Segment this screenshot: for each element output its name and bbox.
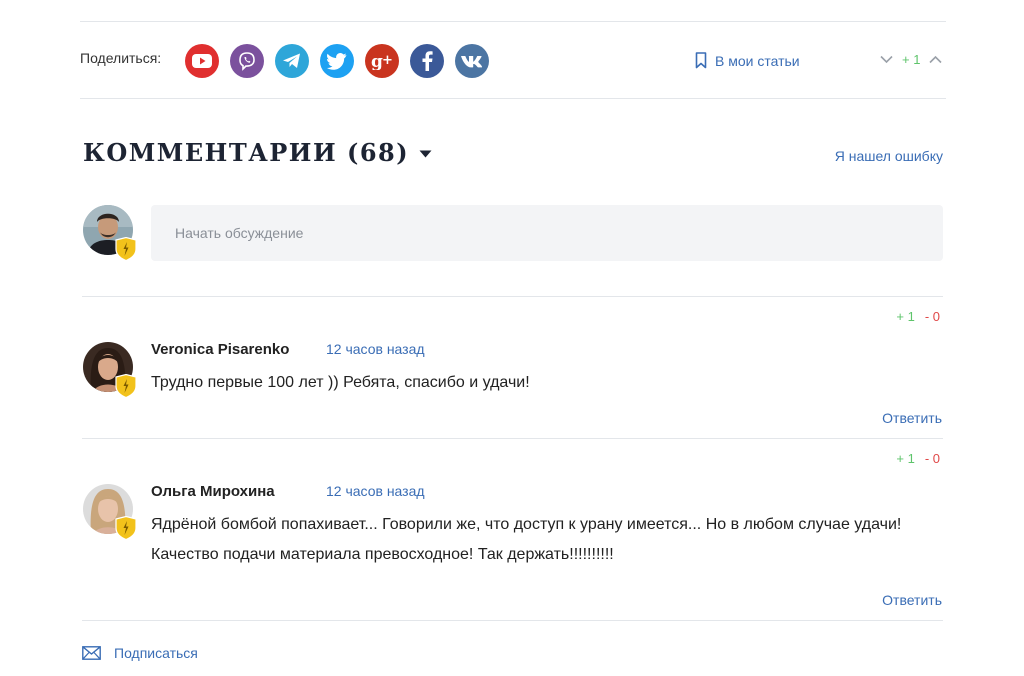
share-label: Поделиться: — [80, 50, 162, 66]
comment-votes: + 1 - 0 — [896, 309, 940, 324]
vk-share-button[interactable] — [455, 44, 489, 78]
upvote-chevron-icon[interactable] — [929, 55, 943, 64]
divider — [82, 438, 943, 439]
comments-title-text: КОММЕНТАРИИ (68) — [83, 138, 410, 167]
reply-link[interactable]: Ответить — [882, 410, 942, 426]
comment-votes: + 1 - 0 — [896, 451, 940, 466]
telegram-share-button[interactable] — [275, 44, 309, 78]
vk-icon — [461, 55, 483, 67]
comment-time: 12 часов назад — [326, 483, 425, 499]
comment-time: 12 часов назад — [326, 341, 425, 357]
divider — [80, 21, 946, 22]
youtube-icon — [192, 54, 212, 68]
comment-text: Ядрёной бомбой попахивает... Говорили же… — [151, 516, 902, 563]
svg-text:+: + — [382, 53, 393, 68]
viber-share-button[interactable] — [230, 44, 264, 78]
downvote-chevron-icon[interactable] — [880, 55, 893, 64]
shield-badge-icon — [115, 374, 137, 398]
article-rating-count: + 1 — [902, 52, 921, 67]
divider — [82, 296, 943, 297]
comment-author[interactable]: Ольга Мирохина — [151, 483, 275, 500]
telegram-icon — [283, 53, 300, 68]
bookmark-icon — [695, 52, 707, 69]
downvote-button[interactable]: - 0 — [925, 451, 940, 466]
caret-down-icon[interactable] — [419, 150, 432, 158]
facebook-share-button[interactable] — [410, 44, 444, 78]
save-to-my-articles-link[interactable]: В мои статьи — [695, 52, 800, 69]
youtube-share-button[interactable] — [185, 44, 219, 78]
subscribe-label: Подписаться — [114, 645, 198, 661]
google-plus-icon: g + — [371, 52, 393, 70]
comment-author-avatar — [83, 342, 137, 398]
upvote-button[interactable]: + 1 — [896, 309, 914, 324]
envelope-icon — [82, 646, 101, 660]
comment-author-avatar — [83, 484, 137, 540]
google-plus-share-button[interactable]: g + — [365, 44, 399, 78]
article-rating: + 1 — [880, 52, 943, 67]
comment-text: Трудно первые 100 лет )) Ребята, спасибо… — [151, 374, 530, 391]
current-user-avatar — [83, 205, 137, 261]
twitter-icon — [327, 52, 347, 70]
downvote-button[interactable]: - 0 — [925, 309, 940, 324]
shield-badge-icon — [115, 516, 137, 540]
divider — [80, 98, 946, 99]
viber-icon — [239, 52, 255, 71]
report-error-link[interactable]: Я нашел ошибку — [835, 148, 943, 164]
save-label: В мои статьи — [715, 52, 800, 69]
reply-link[interactable]: Ответить — [882, 592, 942, 608]
comment-author[interactable]: Veronica Pisarenko — [151, 341, 289, 358]
comments-title: КОММЕНТАРИИ (68) — [83, 138, 432, 167]
divider — [82, 620, 943, 621]
facebook-icon — [422, 51, 433, 71]
subscribe-link[interactable]: Подписаться — [82, 645, 198, 661]
upvote-button[interactable]: + 1 — [896, 451, 914, 466]
twitter-share-button[interactable] — [320, 44, 354, 78]
shield-badge-icon — [115, 237, 137, 261]
new-comment-input[interactable] — [151, 205, 943, 261]
